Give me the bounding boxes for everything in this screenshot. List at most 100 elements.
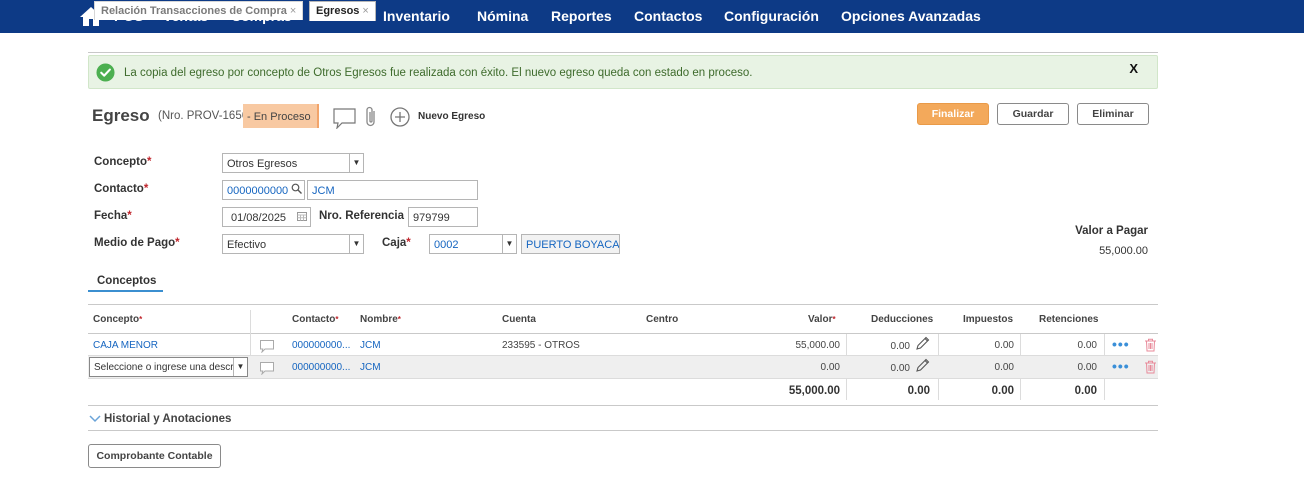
page-title: Egreso bbox=[92, 106, 150, 125]
tab-label: Egresos bbox=[316, 5, 360, 17]
nav-opciones-avanzadas[interactable]: Opciones Avanzadas bbox=[841, 8, 981, 24]
nav-inventario[interactable]: Inventario bbox=[383, 8, 450, 24]
chevron-down-icon[interactable]: ▼ bbox=[502, 235, 516, 253]
comment-icon[interactable] bbox=[333, 108, 356, 129]
row2-retenciones: 0.00 bbox=[1077, 362, 1097, 373]
trash-icon[interactable] bbox=[1144, 338, 1157, 352]
row-divider bbox=[88, 378, 1158, 379]
referencia-label: Nro. Referencia bbox=[319, 210, 405, 222]
col-contacto-header: Contacto* bbox=[292, 314, 339, 325]
chevron-down-icon[interactable]: ▼ bbox=[349, 235, 363, 253]
row1-deducciones: 0.00 bbox=[890, 341, 910, 352]
concepto-value: Otros Egresos bbox=[227, 158, 298, 170]
close-tab-icon[interactable]: × bbox=[290, 5, 296, 17]
referencia-field[interactable]: 979799 bbox=[408, 207, 478, 227]
document-number: (Nro. PROV-1656) bbox=[158, 110, 252, 122]
search-icon[interactable] bbox=[288, 181, 304, 199]
pencil-icon[interactable] bbox=[915, 358, 930, 373]
col-valor-header: Valor* bbox=[808, 314, 836, 325]
fecha-label: Fecha* bbox=[94, 210, 132, 222]
success-alert: La copia del egreso por concepto de Otro… bbox=[88, 55, 1158, 89]
comment-icon[interactable] bbox=[260, 340, 274, 353]
concepto-label: Concepto* bbox=[94, 156, 152, 168]
chevron-down-icon bbox=[89, 415, 101, 423]
row1-valor[interactable]: 55,000.00 bbox=[740, 340, 841, 351]
tab-conceptos[interactable]: Conceptos bbox=[97, 275, 156, 287]
delete-button[interactable]: Eliminar bbox=[1077, 103, 1149, 125]
row1-contacto[interactable]: 000000000... bbox=[292, 340, 350, 351]
concepto-select[interactable]: Otros Egresos ▼ bbox=[222, 153, 364, 173]
col-impuestos-header: Impuestos bbox=[963, 314, 1014, 325]
col-centro-header: Centro bbox=[646, 314, 679, 325]
tab-relacion-transacciones[interactable]: Relación Transacciones de Compra × bbox=[94, 1, 304, 20]
active-tab-indicator bbox=[88, 290, 163, 292]
total-impuestos: 0.00 bbox=[991, 385, 1014, 397]
contacto-id-field[interactable]: 0000000000( bbox=[222, 180, 305, 200]
divider bbox=[88, 304, 1158, 305]
col-concepto-header: Concepto* bbox=[93, 314, 143, 325]
save-button[interactable]: Guardar bbox=[997, 103, 1069, 125]
row1-nombre: JCM bbox=[360, 340, 381, 351]
contacto-name-field[interactable]: JCM bbox=[307, 180, 478, 200]
check-circle-icon bbox=[96, 63, 115, 82]
row1-concepto[interactable]: CAJA MENOR bbox=[93, 340, 158, 351]
comprobante-contable-button[interactable]: Comprobante Contable bbox=[88, 444, 221, 468]
historial-label: Historial y Anotaciones bbox=[104, 413, 232, 425]
caja-label: Caja* bbox=[382, 237, 411, 249]
attachment-icon[interactable] bbox=[364, 106, 378, 128]
new-egreso-link[interactable]: Nuevo Egreso bbox=[418, 111, 485, 122]
table-header-divider bbox=[88, 333, 1158, 334]
nav-reportes[interactable]: Reportes bbox=[551, 8, 612, 24]
concepto-placeholder: Seleccione o ingrese una descrip bbox=[94, 362, 242, 373]
comment-icon[interactable] bbox=[260, 362, 274, 375]
medio-pago-select[interactable]: Efectivo ▼ bbox=[222, 234, 364, 254]
add-circle-icon[interactable] bbox=[390, 107, 410, 127]
tab-egresos[interactable]: Egresos × bbox=[309, 1, 376, 21]
historial-toggle[interactable]: Historial y Anotaciones bbox=[89, 413, 231, 425]
row2-nombre: JCM bbox=[360, 362, 381, 373]
valor-a-pagar-label: Valor a Pagar bbox=[1075, 225, 1148, 237]
col-retenciones-header: Retenciones bbox=[1039, 314, 1099, 325]
contacto-id-value: 0000000000( bbox=[227, 185, 292, 197]
total-retenciones: 0.00 bbox=[1074, 385, 1097, 397]
status-badge: - En Proceso bbox=[243, 104, 319, 128]
col-deducciones-header: Deducciones bbox=[871, 314, 934, 325]
medio-pago-label: Medio de Pago* bbox=[94, 237, 180, 249]
fecha-field[interactable]: 01/08/2025 bbox=[222, 207, 311, 227]
caja-code-value: 0002 bbox=[434, 239, 459, 251]
col-cuenta-header: Cuenta bbox=[502, 314, 536, 325]
nav-contactos[interactable]: Contactos bbox=[634, 8, 702, 24]
chevron-down-icon[interactable]: ▼ bbox=[349, 154, 363, 172]
alert-close-button[interactable]: X bbox=[1129, 61, 1138, 76]
row1-cuenta[interactable]: 233595 - OTROS bbox=[502, 340, 580, 351]
row2-concepto-input[interactable]: Seleccione o ingrese una descrip ▼ bbox=[89, 357, 248, 377]
caja-name-field: PUERTO BOYACA bbox=[521, 234, 620, 254]
row1-retenciones: 0.00 bbox=[1077, 340, 1097, 351]
row1-impuestos: 0.00 bbox=[994, 340, 1014, 351]
nav-nomina[interactable]: Nómina bbox=[477, 8, 528, 24]
medio-pago-value: Efectivo bbox=[227, 239, 267, 251]
fecha-value: 01/08/2025 bbox=[231, 212, 287, 224]
pencil-icon[interactable] bbox=[915, 336, 930, 351]
nav-configuracion[interactable]: Configuración bbox=[724, 8, 819, 24]
row2-valor[interactable]: 0.00 bbox=[740, 362, 840, 373]
row2-contacto[interactable]: 000000000... bbox=[292, 362, 350, 373]
total-valor: 55,000.00 bbox=[788, 385, 840, 397]
more-options-icon[interactable]: ••• bbox=[1112, 336, 1130, 352]
row2-impuestos: 0.00 bbox=[994, 362, 1014, 373]
finalize-button[interactable]: Finalizar bbox=[917, 103, 989, 125]
alert-message: La copia del egreso por concepto de Otro… bbox=[124, 67, 753, 79]
caja-select[interactable]: 0002 ▼ bbox=[429, 234, 517, 254]
chevron-down-icon[interactable]: ▼ bbox=[233, 358, 247, 376]
close-tab-icon[interactable]: × bbox=[362, 5, 368, 17]
contacto-label: Contacto* bbox=[94, 183, 149, 195]
row2-deducciones: 0.00 bbox=[890, 363, 910, 374]
document-tabs bbox=[88, 33, 1158, 53]
valor-a-pagar-value: 55,000.00 bbox=[1099, 245, 1148, 257]
tab-label: Relación Transacciones de Compra bbox=[101, 5, 287, 17]
more-options-icon[interactable]: ••• bbox=[1112, 358, 1130, 374]
calendar-icon[interactable] bbox=[294, 208, 310, 226]
trash-icon[interactable] bbox=[1144, 360, 1157, 374]
total-deducciones: 0.00 bbox=[907, 385, 930, 397]
table-bottom-divider bbox=[88, 405, 1158, 406]
